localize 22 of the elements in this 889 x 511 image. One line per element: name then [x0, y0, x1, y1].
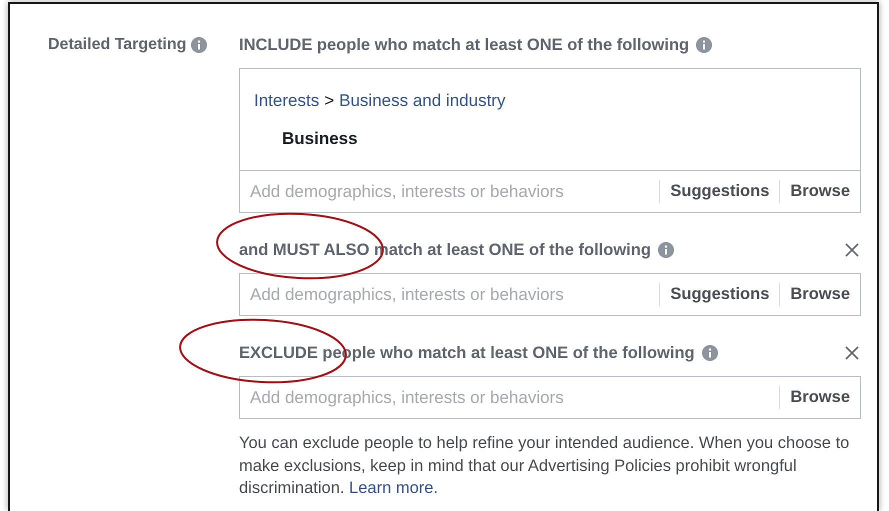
exclusion-note: You can exclude people to help refine your intended audience. When you choose to make exclusions, keep in mind that our Advertising Policies prohibit wrongful discrimination. Learn more.	[239, 433, 850, 499]
path-separator: >	[324, 91, 334, 111]
search-field[interactable]: Add demographics, interests or behaviors Browse	[239, 376, 861, 419]
close-icon[interactable]	[845, 346, 859, 360]
learn-more-link[interactable]: Learn more.	[349, 479, 438, 497]
info-icon[interactable]	[702, 345, 718, 361]
field-label: Detailed Targeting	[48, 36, 186, 54]
info-icon[interactable]	[191, 37, 208, 53]
section-heading: INCLUDE people who match at least ONE of the following	[239, 36, 690, 54]
close-icon[interactable]	[845, 243, 859, 257]
action-button[interactable]: Browse	[779, 180, 850, 203]
category-link[interactable]: Interests	[254, 91, 320, 111]
search-field[interactable]: Add demographics, interests or behaviors Suggestions Browse	[239, 273, 861, 316]
category-link[interactable]: Business and industry	[339, 91, 506, 111]
action-button[interactable]: Suggestions	[659, 283, 770, 306]
search-field[interactable]: Add demographics, interests or behaviors Suggestions Browse	[240, 170, 860, 212]
selected-interest[interactable]: Business	[254, 129, 846, 149]
info-icon[interactable]	[658, 242, 674, 258]
action-button[interactable]: Suggestions	[659, 180, 770, 203]
action-button[interactable]: Browse	[779, 283, 850, 306]
info-icon[interactable]	[696, 37, 712, 53]
action-button[interactable]: Browse	[779, 386, 850, 409]
